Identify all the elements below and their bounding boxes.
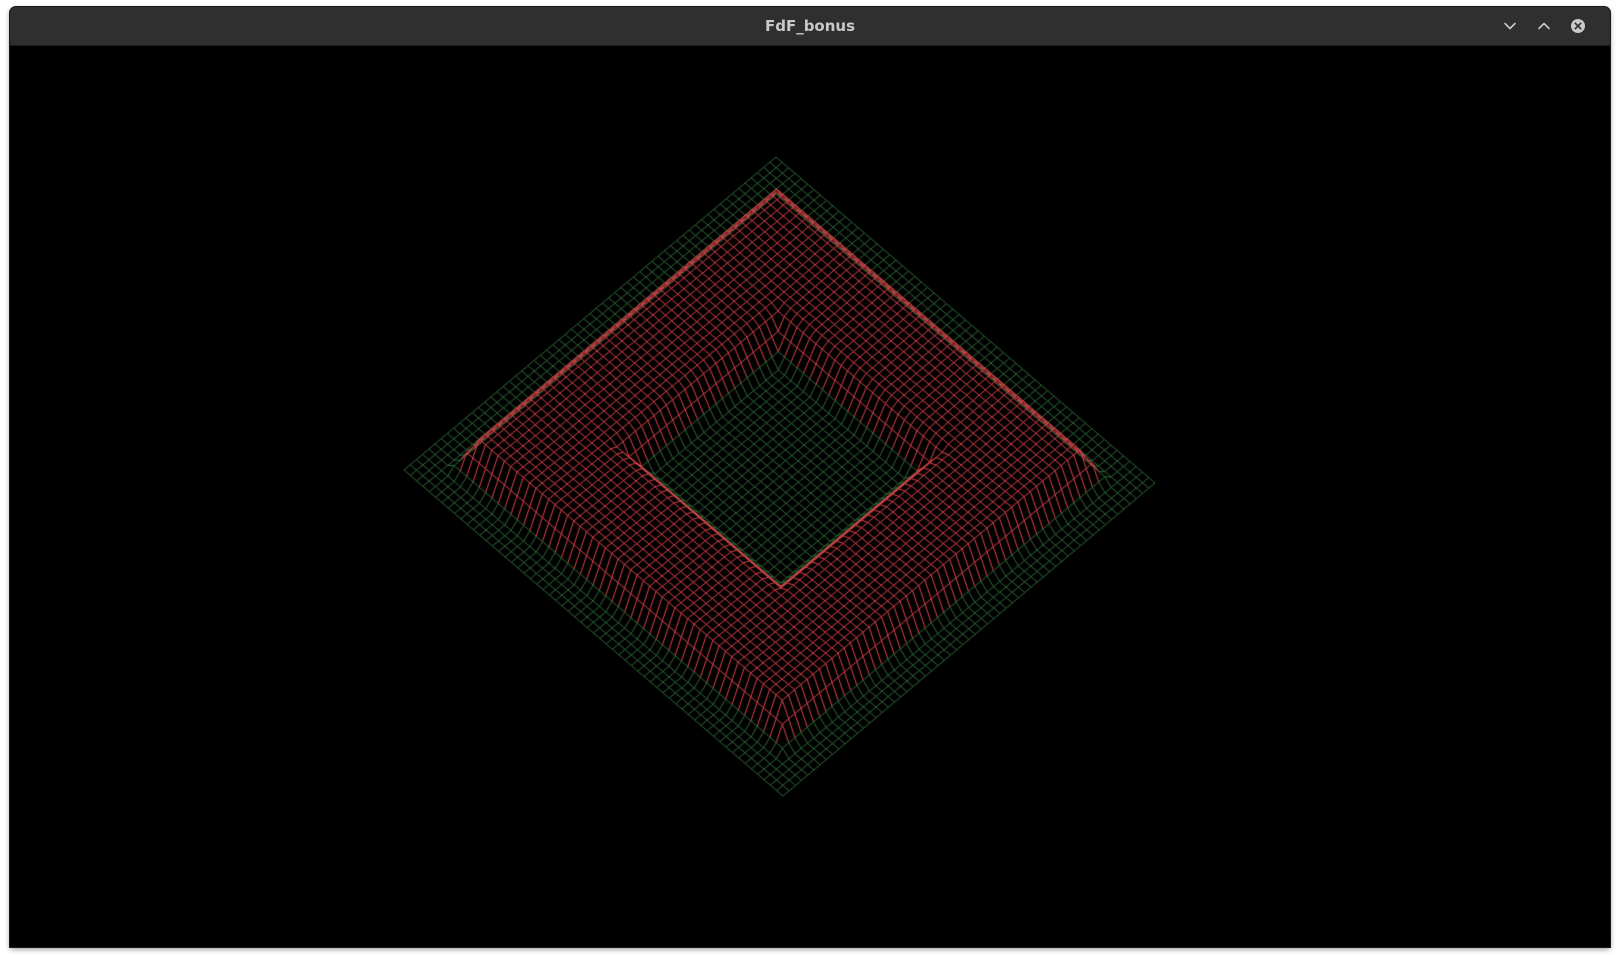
maximize-button[interactable] bbox=[1532, 14, 1556, 38]
fdf-window: FdF_bonus bbox=[10, 7, 1610, 947]
render-viewport[interactable] bbox=[10, 46, 1610, 947]
chevron-down-icon bbox=[1503, 19, 1517, 33]
chevron-up-icon bbox=[1537, 19, 1551, 33]
title-bar[interactable]: FdF_bonus bbox=[10, 7, 1610, 46]
window-title: FdF_bonus bbox=[764, 17, 856, 35]
close-button[interactable] bbox=[1566, 14, 1590, 38]
wireframe-canvas[interactable] bbox=[10, 46, 1610, 947]
close-icon bbox=[1570, 18, 1586, 34]
minimize-button[interactable] bbox=[1498, 14, 1522, 38]
